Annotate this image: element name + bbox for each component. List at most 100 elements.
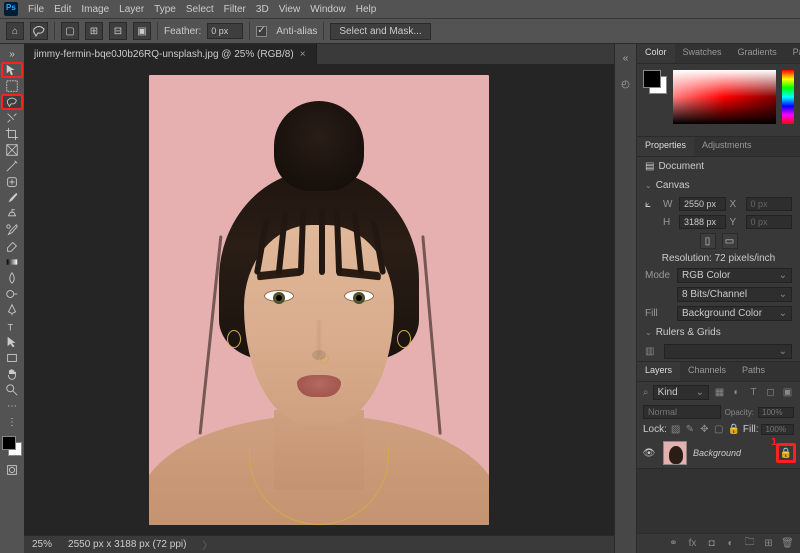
history-brush-tool[interactable] — [1, 222, 23, 238]
link-layers-icon[interactable]: ⚭ — [667, 537, 680, 550]
width-input[interactable]: 2550 px — [679, 197, 726, 211]
color-mode-select[interactable]: RGB Color⌄ — [677, 268, 792, 283]
arrange-icon[interactable]: » — [1, 46, 23, 62]
y-input[interactable]: 0 px — [746, 215, 793, 229]
menu-type[interactable]: Type — [154, 4, 176, 15]
layer-row[interactable]: 👁 Background 1 🔒 — [637, 438, 800, 469]
menu-window[interactable]: Window — [310, 4, 346, 15]
layer-lock-icon[interactable]: 1 🔒 — [776, 443, 796, 463]
blur-tool[interactable] — [1, 270, 23, 286]
feather-input[interactable] — [207, 23, 243, 39]
lasso-tool[interactable] — [1, 94, 23, 110]
quick-mask-icon[interactable] — [1, 462, 23, 478]
lock-position-icon[interactable]: ✥ — [699, 423, 710, 436]
menu-select[interactable]: Select — [186, 4, 214, 15]
foreground-background-colors[interactable] — [2, 436, 22, 456]
menu-layer[interactable]: Layer — [119, 4, 144, 15]
frame-tool[interactable] — [1, 142, 23, 158]
canvas-section-header[interactable]: ⌄ Canvas — [637, 176, 800, 195]
new-layer-icon[interactable]: ⊞ — [762, 537, 775, 550]
tab-gradients[interactable]: Gradients — [730, 44, 785, 63]
tab-properties[interactable]: Properties — [637, 137, 694, 156]
home-icon[interactable]: ⌂ — [6, 22, 24, 40]
fill-color-select[interactable]: Background Color⌄ — [677, 306, 792, 321]
zoom-level[interactable]: 25% — [32, 539, 52, 550]
eraser-tool[interactable] — [1, 238, 23, 254]
lock-pixels-icon[interactable]: ✎ — [684, 423, 695, 436]
tab-channels[interactable]: Channels — [680, 362, 734, 381]
collapse-arrows-icon[interactable]: « — [618, 50, 634, 66]
opacity-input[interactable]: 100% — [758, 407, 794, 418]
blend-mode-select[interactable]: Normal — [643, 405, 721, 419]
height-input[interactable]: 3188 px — [679, 215, 726, 229]
move-tool[interactable] — [1, 62, 23, 78]
type-tool[interactable]: T — [1, 318, 23, 334]
orientation-portrait-icon[interactable]: ▯ — [700, 233, 716, 249]
canvas[interactable] — [24, 64, 614, 535]
filter-shape-icon[interactable]: ◻ — [764, 386, 777, 399]
path-selection-tool[interactable] — [1, 334, 23, 350]
selection-add-icon[interactable]: ⊞ — [85, 22, 103, 40]
tab-paths[interactable]: Paths — [734, 362, 773, 381]
menu-filter[interactable]: Filter — [224, 4, 246, 15]
filter-type-icon[interactable]: T — [747, 386, 760, 399]
close-tab-icon[interactable]: × — [300, 49, 306, 60]
antialias-checkbox[interactable] — [256, 26, 267, 37]
tab-swatches[interactable]: Swatches — [675, 44, 730, 63]
layer-name[interactable]: Background — [693, 448, 776, 458]
tab-patterns[interactable]: Patterns — [785, 44, 800, 63]
edit-toolbar-icon[interactable]: ⋮ — [1, 414, 23, 430]
layer-visibility-icon[interactable]: 👁 — [641, 448, 657, 459]
bit-depth-select[interactable]: 8 Bits/Channel⌄ — [677, 287, 792, 302]
layer-kind-select[interactable]: Kind⌄ — [653, 385, 709, 400]
menu-edit[interactable]: Edit — [54, 4, 71, 15]
panel-color-swatches[interactable] — [643, 70, 667, 94]
menu-3d[interactable]: 3D — [256, 4, 269, 15]
toolbar-more-icon[interactable]: ⋯ — [1, 398, 23, 414]
tab-layers[interactable]: Layers — [637, 362, 680, 381]
menu-view[interactable]: View — [279, 4, 301, 15]
history-panel-icon[interactable]: ◴ — [618, 76, 634, 92]
adjustment-layer-icon[interactable]: ◐ — [724, 537, 737, 550]
select-and-mask-button[interactable]: Select and Mask... — [330, 23, 430, 40]
rulers-grids-header[interactable]: ⌄ Rulers & Grids — [637, 323, 800, 342]
status-chevron-icon[interactable]: 〉 — [202, 537, 212, 552]
new-group-icon[interactable]: 🗀 — [743, 537, 756, 550]
healing-brush-tool[interactable] — [1, 174, 23, 190]
delete-layer-icon[interactable]: 🗑 — [781, 537, 794, 550]
search-icon[interactable]: ⌕ — [643, 387, 649, 398]
eyedropper-tool[interactable] — [1, 158, 23, 174]
selection-subtract-icon[interactable]: ⊟ — [109, 22, 127, 40]
orientation-landscape-icon[interactable]: ▭ — [722, 233, 738, 249]
filter-adjust-icon[interactable]: ◐ — [730, 386, 743, 399]
marquee-tool[interactable] — [1, 78, 23, 94]
filter-smart-icon[interactable]: ▣ — [781, 386, 794, 399]
lasso-tool-preset-icon[interactable] — [30, 22, 48, 40]
tab-adjustments[interactable]: Adjustments — [694, 137, 760, 156]
foreground-color-swatch[interactable] — [2, 436, 16, 450]
quick-selection-tool[interactable] — [1, 110, 23, 126]
zoom-tool[interactable] — [1, 382, 23, 398]
gradient-tool[interactable] — [1, 254, 23, 270]
menu-file[interactable]: File — [28, 4, 44, 15]
pen-tool[interactable] — [1, 302, 23, 318]
color-picker-field[interactable] — [673, 70, 776, 124]
menu-help[interactable]: Help — [356, 4, 377, 15]
hue-slider[interactable] — [782, 70, 794, 124]
menu-image[interactable]: Image — [81, 4, 109, 15]
clone-stamp-tool[interactable] — [1, 206, 23, 222]
ruler-icon[interactable]: ▥ — [645, 346, 654, 357]
document-tab[interactable]: jimmy-fermin-bqe0J0b26RQ-unsplash.jpg @ … — [24, 44, 317, 64]
lock-artboard-icon[interactable]: ▢ — [713, 423, 724, 436]
crop-tool[interactable] — [1, 126, 23, 142]
lock-all-icon[interactable]: 🔒 — [727, 423, 739, 436]
brush-tool[interactable] — [1, 190, 23, 206]
dodge-tool[interactable] — [1, 286, 23, 302]
x-input[interactable]: 0 px — [746, 197, 793, 211]
lock-transparency-icon[interactable]: ▨ — [670, 423, 681, 436]
hand-tool[interactable] — [1, 366, 23, 382]
layer-mask-icon[interactable]: ◘ — [705, 537, 718, 550]
layer-style-icon[interactable]: fx — [686, 537, 699, 550]
filter-pixel-icon[interactable]: ▦ — [713, 386, 726, 399]
fill-opacity-input[interactable]: 100% — [761, 424, 794, 435]
